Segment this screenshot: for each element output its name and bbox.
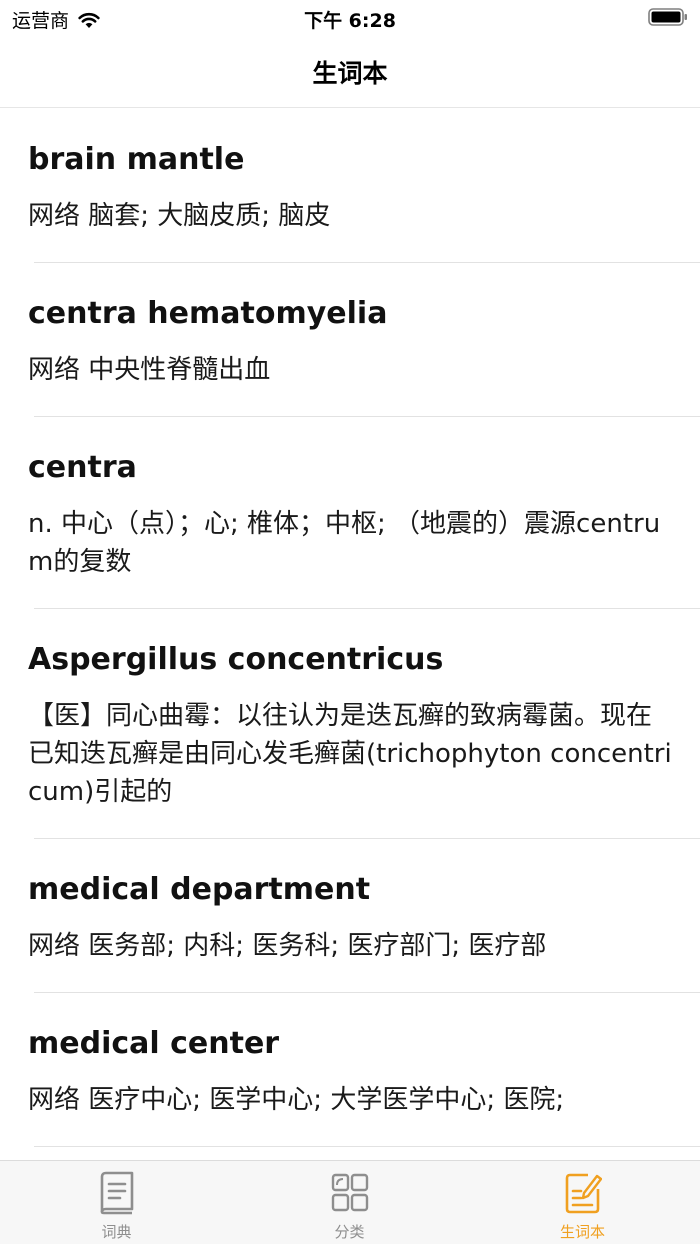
entry-word: medical department	[28, 872, 371, 907]
list-item[interactable]: centra n. 中心（点）；心; 椎体；中枢; （地震的）震源centrum…	[0, 417, 700, 609]
tab-label: 生词本	[559, 1223, 605, 1241]
entry-definition: n. 中心（点）；心; 椎体；中枢; （地震的）震源centrum的复数	[28, 509, 661, 577]
grid-icon	[331, 1173, 368, 1212]
tab-label: 词典	[101, 1223, 132, 1241]
entry-definition: 网络 中央性脊髓出血	[28, 355, 271, 385]
entry-word: medical center	[28, 1026, 280, 1061]
status-bar: 运营商 下午 6:28	[0, 0, 700, 36]
list-item[interactable]: brain mantle 网络 脑套; 大脑皮质; 脑皮	[0, 109, 700, 263]
tab-label: 分类	[334, 1223, 365, 1241]
tab-dictionary[interactable]: 词典	[0, 1161, 233, 1244]
entry-word: centra hematomyelia	[28, 296, 388, 331]
tab-vocabulary-book[interactable]: 生词本	[466, 1161, 699, 1244]
tab-category[interactable]: 分类	[233, 1161, 466, 1244]
entry-definition: 网络 医务部; 内科; 医务科; 医疗部门; 医疗部	[28, 931, 547, 961]
vocabulary-list[interactable]: brain mantle 网络 脑套; 大脑皮质; 脑皮 centra hema…	[0, 109, 700, 1160]
tab-bar: 词典 分类 生词本	[0, 1160, 700, 1244]
page-title: 生词本	[312, 59, 388, 88]
entry-definition: 网络 医疗中心; 医学中心; 大学医学中心; 医院;	[28, 1085, 565, 1115]
list-item[interactable]: Aspergillus concentricus 【医】同心曲霉：以往认为是迭瓦…	[0, 609, 700, 839]
navigation-bar: 生词本	[0, 36, 700, 108]
entry-word: brain mantle	[28, 142, 245, 177]
notebook-edit-icon	[565, 1173, 602, 1214]
list-item[interactable]: centra hematomyelia 网络 中央性脊髓出血	[0, 263, 700, 417]
battery-icon	[648, 8, 687, 26]
entry-definition: 网络 脑套; 大脑皮质; 脑皮	[28, 201, 331, 231]
entry-word: Aspergillus concentricus	[28, 642, 444, 677]
list-item[interactable]: medical center 网络 医疗中心; 医学中心; 大学医学中心; 医院…	[0, 993, 700, 1147]
entry-definition: 【医】同心曲霉：以往认为是迭瓦癣的致病霉菌。现在已知迭瓦癣是由同心发毛癣菌(tr…	[28, 701, 672, 807]
status-time: 下午 6:28	[304, 10, 396, 32]
list-item[interactable]: medical department 网络 医务部; 内科; 医务科; 医疗部门…	[0, 839, 700, 993]
book-icon	[100, 1171, 133, 1215]
entry-word: centra	[28, 450, 137, 485]
